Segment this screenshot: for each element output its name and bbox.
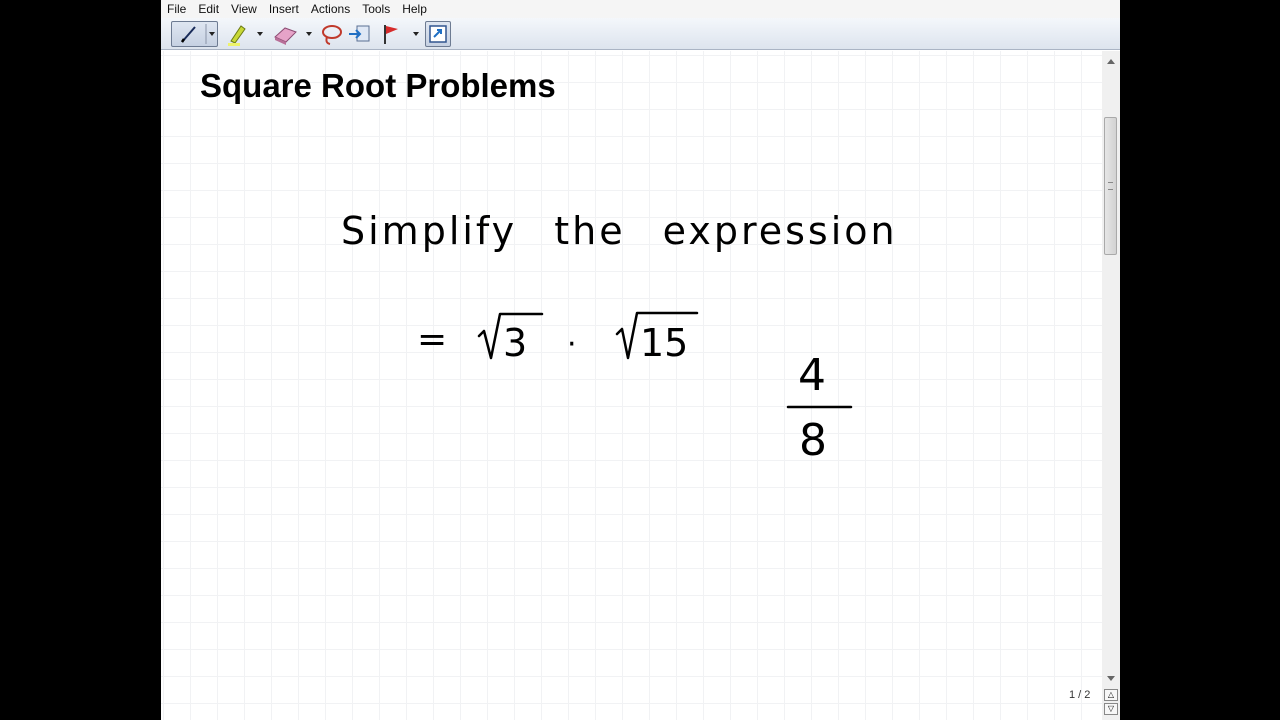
fraction-denominator: 8 <box>799 415 827 466</box>
scrollbar-thumb[interactable] <box>1104 117 1117 255</box>
handwritten-multiply-dot: · <box>567 327 577 362</box>
menu-file[interactable]: File <box>161 0 192 18</box>
journal-app-window: File Edit View Insert Actions Tools Help <box>161 0 1120 720</box>
menu-actions[interactable]: Actions <box>305 0 356 18</box>
scroll-up-arrow-icon[interactable] <box>1102 53 1120 69</box>
full-page-view-button[interactable] <box>425 21 451 47</box>
radicand-15: 15 <box>640 321 689 365</box>
pen-icon <box>180 24 215 44</box>
double-chevron-up-icon: △ <box>1107 690 1115 699</box>
menu-edit[interactable]: Edit <box>192 0 225 18</box>
highlighter-icon <box>228 25 246 46</box>
previous-page-button[interactable]: △ <box>1104 689 1118 701</box>
fraction-numerator: 4 <box>798 350 826 401</box>
highlighter-dropdown[interactable] <box>255 21 265 47</box>
flag-dropdown[interactable] <box>411 21 421 47</box>
full-page-icon <box>429 25 447 43</box>
lasso-icon <box>322 25 342 45</box>
scroll-down-arrow-icon[interactable] <box>1102 670 1120 686</box>
page-indicator: 1 / 2 <box>1069 689 1091 701</box>
eraser-icon <box>274 27 297 45</box>
eraser-dropdown[interactable] <box>304 21 314 47</box>
flag-tool-button[interactable] <box>379 21 403 47</box>
note-canvas[interactable]: Square Root Problems Simplify the expres… <box>161 51 1102 720</box>
menu-view[interactable]: View <box>225 0 263 18</box>
eraser-tool-button[interactable] <box>271 21 299 47</box>
menu-bar: File Edit View Insert Actions Tools Help <box>161 0 1120 18</box>
menu-tools[interactable]: Tools <box>356 0 396 18</box>
radicand-3: 3 <box>503 321 528 365</box>
menu-help[interactable]: Help <box>396 0 433 18</box>
vertical-scrollbar[interactable] <box>1102 51 1120 720</box>
next-page-button[interactable]: ▽ <box>1104 703 1118 715</box>
toolbar <box>161 18 1120 50</box>
highlighter-tool-button[interactable] <box>225 21 249 47</box>
lasso-tool-button[interactable] <box>319 21 345 47</box>
insert-space-icon <box>349 25 370 42</box>
double-chevron-down-icon: ▽ <box>1107 704 1115 713</box>
flag-icon <box>384 25 398 44</box>
menu-insert[interactable]: Insert <box>263 0 305 18</box>
scrollbar-grip-icon <box>1108 182 1113 190</box>
insert-space-tool-button[interactable] <box>347 21 373 47</box>
pen-tool-button[interactable] <box>171 21 218 47</box>
radical-signs <box>477 311 853 409</box>
